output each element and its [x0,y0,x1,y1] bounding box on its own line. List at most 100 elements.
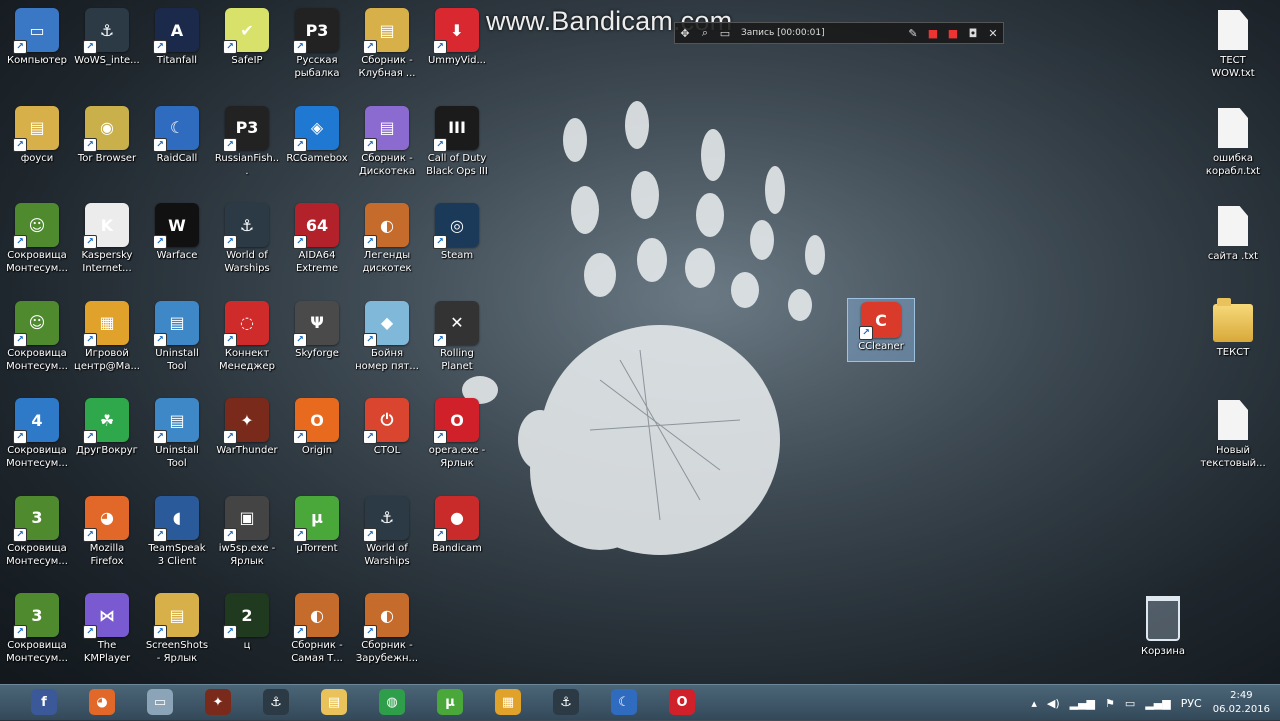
desktop-icon[interactable]: 4 ↗ Сокровища Монтесум... [4,394,70,490]
desktop-icon[interactable]: ▤ ↗ Uninstall Tool [144,394,210,490]
pause-icon[interactable]: ■ [923,27,943,40]
tb-facebook[interactable]: f [22,687,66,717]
desktop-icon[interactable]: O ↗ opera.exe - Ярлык [424,394,490,490]
desktop-icon-txt-error[interactable]: ошибка корабл.txt [1200,104,1266,200]
desktop-icon[interactable]: µ ↗ µTorrent [284,492,350,588]
desktop-icon[interactable]: ◐↗Легенды дискотек 8... [354,199,420,295]
desktop-icon[interactable]: 3 ↗ Сокровища Монтесум... [4,492,70,588]
tb-explorer-window[interactable]: ▭ [138,687,182,717]
desktop-icon[interactable]: P3 ↗ Русская рыбалка [284,4,350,100]
desktop-icon[interactable]: ⋈ ↗ The KMPlayer [74,589,140,685]
desktop[interactable]: ▭ ↗ Компьютер ⚓ ↗ WoWS_inte... A ↗ Titanfall ✔ ↗ Sa… [0,0,1280,684]
camera-icon[interactable]: ◘ [963,27,983,40]
desktop-icon-txt-site[interactable]: сайта .txt [1200,202,1266,298]
shortcut-arrow-icon: ↗ [223,332,237,347]
desktop-icon[interactable]: ◉ ↗ Tor Browser [74,102,140,198]
pin-icon[interactable]: ✥ [675,27,695,40]
shortcut-arrow-icon: ↗ [13,625,27,639]
clock[interactable]: 2:49 06.02.2016 [1213,689,1270,717]
desktop-icon[interactable]: ◐ ↗ Сборник - Самая Т... [284,589,350,685]
desktop-icon[interactable]: ☺ ↗ Сокровища Монтесум... [4,297,70,393]
icon-label: Бойня номер пят... [355,347,419,372]
speaker-icon[interactable]: ◀) [1047,697,1060,710]
app-icon: ◐ ↗ [363,203,409,249]
desktop-icon-txt-new[interactable]: Новый текстовый... [1200,396,1266,492]
zoom-icon[interactable]: ⌕ [695,26,715,40]
desktop-icon[interactable]: ⚓ ↗ World of Warships [354,492,420,588]
desktop-icon[interactable]: ✕ ↗ Rolling Planet [424,297,490,393]
desktop-icon[interactable]: 64 ↗ AIDA64 Extreme [284,199,350,295]
desktop-icon[interactable]: ◆ ↗ Бойня номер пят... [354,297,420,393]
desktop-icon[interactable]: ▤ ↗ ScreenShots - Ярлык [144,589,210,685]
desktop-icon[interactable]: ⏻ ↗ CTOL [354,394,420,490]
flag-icon[interactable]: ⚑ [1105,697,1115,710]
stop-icon[interactable]: ■ [943,27,963,40]
tb-file-explorer[interactable]: ▤ [312,687,356,717]
shortcut-arrow-icon: ↗ [223,527,237,542]
tb-warthunder[interactable]: ✦ [196,687,240,717]
desktop-icon[interactable]: ▤↗Сборник - Дискотека ... [354,102,420,198]
app-icon: A ↗ [153,8,199,54]
tb-utorrent[interactable]: µ [428,687,472,717]
close-icon[interactable]: ✕ [983,27,1003,40]
desktop-icon[interactable]: ◈ ↗ RCGamebox [284,102,350,198]
tb-warships[interactable]: ⚓ [254,687,298,717]
desktop-icon[interactable]: ⚓ ↗ WoWS_inte... [74,4,140,100]
desktop-icon-txt-test-wow[interactable]: ТЕСТ WOW.txt [1200,6,1266,102]
shortcut-arrow-icon: ↗ [293,527,307,542]
desktop-icon-ccleaner[interactable]: C ↗ CCleaner [847,298,915,362]
desktop-icon[interactable]: ▦ ↗ Игровой центр@Ma... [74,297,140,393]
tb-warships-2[interactable]: ⚓ [544,687,588,717]
desktop-icon[interactable]: A ↗ Titanfall [144,4,210,100]
desktop-icon[interactable]: Ψ ↗ Skyforge [284,297,350,393]
desktop-icon[interactable]: K ↗ Kaspersky Internet... [74,199,140,295]
desktop-icon[interactable]: ▤ ↗ фоуси [4,102,70,198]
desktop-icon[interactable]: ☘ ↗ ДругВокруг [74,394,140,490]
tb-opera[interactable]: O [660,687,704,717]
desktop-icon[interactable]: ◖ ↗ TeamSpeak 3 Client [144,492,210,588]
battery-icon[interactable]: ▭ [1125,697,1135,710]
network-icon[interactable]: ▂▄▆ [1070,697,1095,710]
icon-label: ТЕКСТ [1216,347,1250,358]
desktop-icon[interactable]: ● ↗ Bandicam [424,492,490,588]
desktop-icon-folder-text[interactable]: ТЕКСТ [1200,298,1266,394]
app-icon: ▤ ↗ [363,8,409,54]
desktop-icon[interactable]: ▤ ↗ Uninstall Tool [144,297,210,393]
desktop-icon[interactable]: ◌ ↗ Коннект Менеджер [214,297,280,393]
desktop-icon[interactable]: ▭ ↗ Компьютер [4,4,70,100]
icon-label: Kaspersky Internet... [81,250,133,274]
desktop-icon[interactable]: ▣ ↗ iw5sp.exe - Ярлык [214,492,280,588]
desktop-icon[interactable]: ✦ ↗ WarThunder [214,394,280,490]
recorder-toolbar: ✥ ⌕ ▭ Запись [00:00:01] ✎ ■ ■ ◘ ✕ [674,22,1004,44]
desktop-icon[interactable]: ◐ ↗ Сборник - Зарубежн... [354,589,420,685]
tb-chrome[interactable]: ◍ [370,687,414,717]
desktop-icon[interactable]: ☺ ↗ Сокровища Монтесум... [4,199,70,295]
icon-label: Игровой центр@Ma... [74,347,140,372]
desktop-icon[interactable]: P3 ↗ RussianFish... [214,102,280,198]
chevron-up-icon[interactable]: ▴ [1031,697,1037,710]
tb-firefox[interactable]: ◕ [80,687,124,717]
desktop-icon[interactable]: ◕ ↗ Mozilla Firefox [74,492,140,588]
window-icon[interactable]: ▭ [715,27,735,40]
desktop-icon[interactable]: 3 ↗ Сокровища Монтесум... [4,589,70,685]
desktop-icon[interactable]: ☾ ↗ RaidCall [144,102,210,198]
pencil-icon[interactable]: ✎ [903,27,923,40]
shortcut-arrow-icon: ↗ [83,625,97,639]
desktop-icon[interactable]: ⚓ ↗ World of Warships [214,199,280,295]
icon-label: Origin [301,445,333,456]
desktop-icon[interactable]: III ↗ Call of Duty Black Ops III [424,102,490,198]
tb-game-center[interactable]: ▦ [486,687,530,717]
desktop-icon[interactable]: ⬇ ↗ UmmyVid... [424,4,490,100]
language-indicator[interactable]: РУС [1181,697,1202,710]
app-icon: 2 ↗ [223,593,269,639]
desktop-icon[interactable]: ✔ ↗ SafeIP [214,4,280,100]
desktop-icon[interactable]: ◎ ↗ Steam [424,199,490,295]
desktop-icon-recycle-bin[interactable]: Корзина [1130,590,1196,686]
desktop-icon[interactable]: O ↗ Origin [284,394,350,490]
app-icon: 3 ↗ [13,495,59,542]
network-signal-icon[interactable]: ▂▄▆ [1145,697,1170,710]
tb-raidcall[interactable]: ☾ [602,687,646,717]
desktop-icon[interactable]: W ↗ Warface [144,199,210,295]
desktop-icon[interactable]: 2 ↗ ц [214,589,280,685]
desktop-icon[interactable]: ▤ ↗ Сборник - Клубная ... [354,4,420,100]
